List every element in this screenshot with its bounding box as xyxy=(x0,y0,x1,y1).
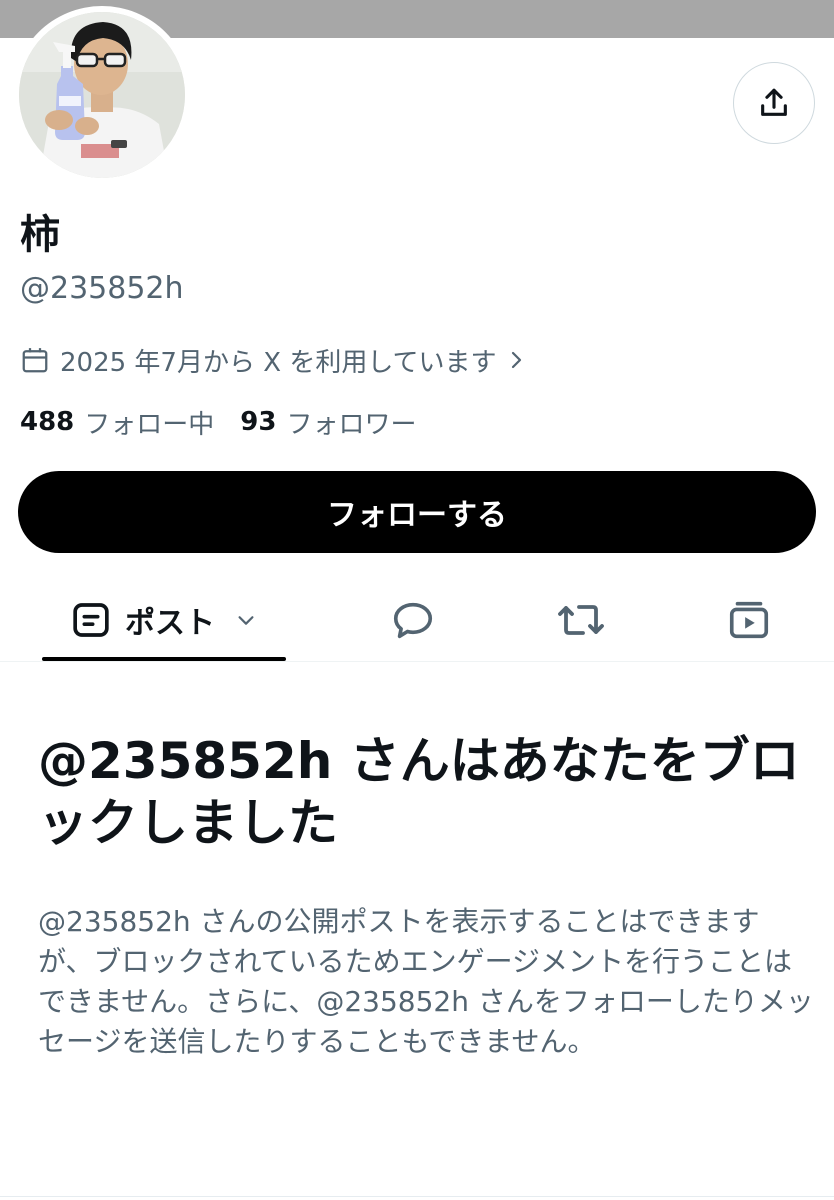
joined-date-text: 2025 年7月から X を利用しています xyxy=(60,347,497,378)
blocked-title: @235852h さんはあなたをブロックしました xyxy=(38,732,800,852)
tab-media[interactable] xyxy=(708,580,790,660)
repost-icon xyxy=(558,605,604,635)
following-count[interactable]: 488 xyxy=(20,407,74,437)
posts-icon xyxy=(73,603,109,637)
profile-handle: @235852h xyxy=(20,271,184,306)
share-icon xyxy=(761,88,787,116)
avatar-photo xyxy=(19,12,185,178)
tab-posts[interactable]: ポスト xyxy=(42,580,286,660)
profile-display-name: 柿 xyxy=(20,212,60,258)
calendar-icon xyxy=(22,348,48,373)
joined-date-row[interactable]: 2025 年7月から X を利用しています xyxy=(20,340,527,380)
avatar[interactable] xyxy=(19,12,185,178)
followers-label[interactable]: フォロワー xyxy=(286,404,416,441)
tab-replies[interactable] xyxy=(372,580,454,660)
divider xyxy=(0,1196,834,1197)
follow-stats: 488 フォロー中 93 フォロワー xyxy=(20,402,443,442)
following-label[interactable]: フォロー中 xyxy=(84,404,214,441)
profile-tabs: ポスト xyxy=(0,580,834,662)
tab-posts-label: ポスト xyxy=(125,606,215,641)
share-button[interactable] xyxy=(733,62,815,144)
tab-reposts[interactable] xyxy=(540,580,622,660)
active-tab-indicator xyxy=(42,657,286,661)
blocked-description: @235852h さんの公開ポストを表示することはできますが、ブロックされている… xyxy=(38,905,814,1058)
followers-count[interactable]: 93 xyxy=(240,407,276,437)
media-icon xyxy=(729,601,769,639)
chevron-down-icon xyxy=(238,616,254,625)
follow-button[interactable]: フォローする xyxy=(18,471,816,553)
reply-bubble-icon xyxy=(393,602,433,639)
chevron-right-icon xyxy=(511,351,521,369)
